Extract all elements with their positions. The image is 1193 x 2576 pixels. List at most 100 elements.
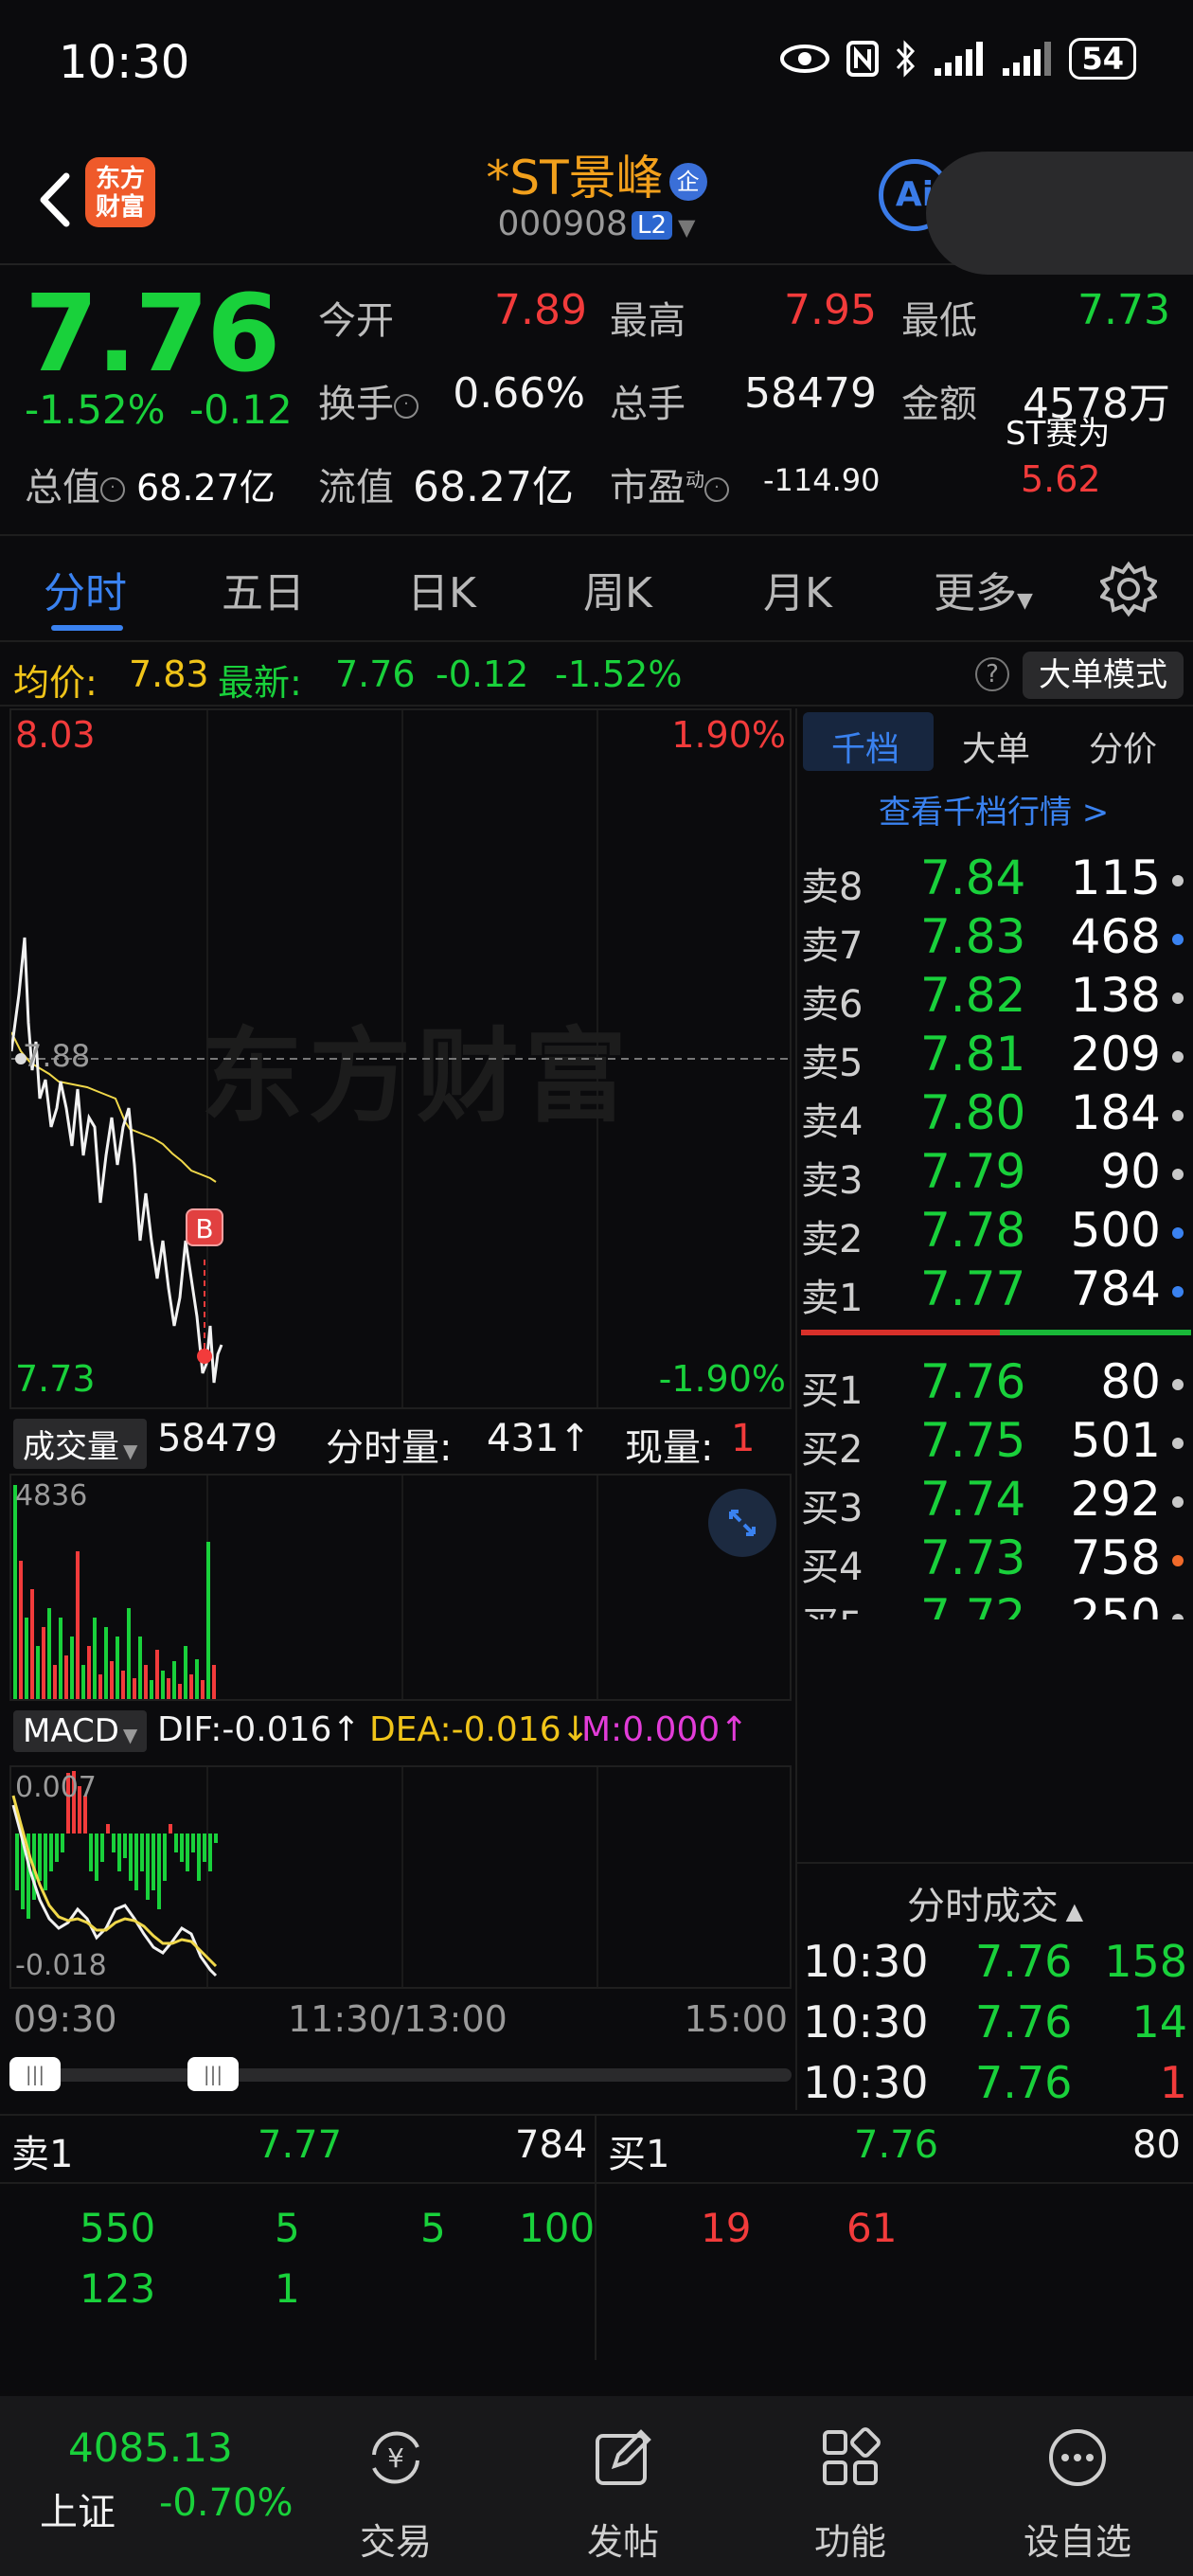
scroller-right-handle[interactable]: ||| — [187, 2057, 239, 2091]
chart-range-scroller[interactable]: ||| ||| — [9, 2055, 792, 2093]
related-stock-name: ST赛为 — [1006, 415, 1111, 453]
tab-more[interactable]: 更多▼ — [934, 559, 1033, 619]
trade-volume: 14 — [1131, 1996, 1187, 2048]
dropdown-triangle-icon: ▼ — [123, 1440, 138, 1462]
status-bar: 10:30 54 — [0, 0, 1193, 133]
change-percent: -1.52% — [25, 386, 166, 433]
info-circle-icon[interactable]: · — [704, 477, 729, 502]
buy-order-qty: 19 — [701, 2205, 752, 2251]
level-label: 卖1 — [801, 1277, 864, 1320]
volume-value: 58479 — [744, 369, 877, 418]
info-circle-icon[interactable]: · — [394, 394, 418, 419]
time-mid: 11:30/13:00 — [288, 1998, 507, 2040]
level-label: 买3 — [801, 1487, 864, 1530]
latest-price-value: 7.76 — [335, 653, 416, 695]
order-book-row[interactable]: 卖4 7.80 184 — [797, 1085, 1193, 1144]
tab-weekly-k[interactable]: 周K — [583, 559, 652, 619]
trades-title[interactable]: 分时成交 ▲ — [907, 1875, 1083, 1930]
price-bottom-label: 7.73 — [15, 1358, 96, 1400]
tab-big-orders[interactable]: 大单 — [962, 722, 1030, 771]
current-volume-value: 1 — [731, 1417, 756, 1460]
buy-marker[interactable]: B — [186, 1208, 223, 1246]
index-pct: -0.70% — [159, 2481, 294, 2525]
order-book-row[interactable]: 卖2 7.78 500 — [797, 1203, 1193, 1261]
volume-total: 58479 — [157, 1417, 278, 1460]
up-arrow-icon: ↑ — [720, 1710, 749, 1749]
trade-row: 10:30 7.76 158 — [797, 1936, 1193, 1996]
volume-indicator-selector[interactable]: 成交量 ▼ — [13, 1419, 148, 1469]
macd-m: M:0.000↑ — [581, 1710, 748, 1749]
price-top-label: 8.03 — [15, 714, 96, 756]
edit-post-icon — [596, 2429, 651, 2485]
order-dot-icon — [1172, 1110, 1184, 1121]
order-book-row[interactable]: 买1 7.76 80 — [797, 1354, 1193, 1413]
order-book-row[interactable]: 买2 7.75 501 — [797, 1413, 1193, 1472]
level-label: 买5 — [801, 1595, 863, 1619]
tab-post[interactable]: 发帖 — [547, 2424, 699, 2565]
intraday-chart[interactable]: 东方财富 8.03 1.90% 7.88 7.73 -1.90% B — [9, 708, 792, 1409]
macd-indicator-selector[interactable]: MACD ▼ — [13, 1710, 148, 1752]
tab-depth[interactable]: 千档 — [831, 722, 899, 771]
level-price: 7.79 — [920, 1144, 1026, 1199]
status-time: 10:30 — [59, 36, 190, 89]
tab-price-dist[interactable]: 分价 — [1089, 722, 1157, 771]
time-end: 15:00 — [684, 1998, 788, 2040]
market-cap-label-text: 总值 — [25, 466, 100, 510]
high-label: 最高 — [610, 299, 686, 343]
level-price: 7.84 — [920, 850, 1026, 905]
tab-intraday[interactable]: 分时 — [44, 559, 127, 619]
level-volume: 90 — [1100, 1144, 1161, 1199]
level-volume: 184 — [1070, 1085, 1161, 1140]
tick-volume-value: 431↑ — [487, 1417, 591, 1460]
order-book-panel: 千档 大单 分价 查看千档行情 > 卖8 7.84 115 卖7 7.83 468 卖6 7.… — [795, 708, 1193, 2110]
sell-order-qty: 550 — [80, 2205, 156, 2251]
level-label: 买1 — [801, 1369, 864, 1413]
scroller-left-handle[interactable]: ||| — [9, 2057, 61, 2091]
order-dot-icon — [1172, 1438, 1184, 1449]
help-icon[interactable]: ? — [975, 657, 1009, 691]
order-book-row[interactable]: 卖5 7.81 209 — [797, 1027, 1193, 1085]
bottom-tab-bar: 4085.13 上证 -0.70% ¥ 交易 发帖 功能 设自选 — [0, 2396, 1193, 2576]
macd-selector-label: MACD — [23, 1712, 119, 1750]
order-book-row[interactable]: 卖8 7.84 115 — [797, 850, 1193, 909]
macd-dif: DIF:-0.016↑ — [157, 1710, 361, 1749]
order-book-row[interactable]: 卖1 7.77 784 — [797, 1261, 1193, 1320]
order-book-row[interactable]: 买5 7.72 250 — [797, 1589, 1193, 1619]
tab-functions[interactable]: 功能 — [775, 2424, 926, 2565]
tab-watchlist-settings[interactable]: 设自选 — [1002, 2424, 1153, 2565]
macd-dea-text: DEA:-0.016 — [369, 1710, 561, 1749]
tab-trade[interactable]: ¥ 交易 — [320, 2424, 472, 2565]
level-label: 卖7 — [801, 924, 864, 968]
level-price: 7.72 — [920, 1589, 1026, 1619]
trade-time: 10:30 — [803, 2057, 929, 2108]
caret-up-icon: ▲ — [1059, 1898, 1084, 1924]
order-book-row[interactable]: 卖7 7.83 468 — [797, 909, 1193, 968]
tab-daily-k[interactable]: 日K — [407, 559, 476, 619]
big-order-mode-button[interactable]: 大单模式 — [1023, 652, 1184, 699]
level-price: 7.81 — [920, 1027, 1026, 1082]
index-value: 4085.13 — [68, 2424, 233, 2471]
macd-bottom-label: -0.018 — [15, 1949, 107, 1982]
settings-gear-icon[interactable] — [1100, 561, 1157, 617]
related-stock-bubble[interactable] — [926, 152, 1193, 275]
view-depth-link[interactable]: 查看千档行情 > — [879, 786, 1109, 832]
order-book-row[interactable]: 卖6 7.82 138 — [797, 968, 1193, 1027]
volume-selector-label: 成交量 — [23, 1428, 119, 1466]
index-ticker[interactable]: 4085.13 上证 -0.70% — [0, 2396, 294, 2576]
current-volume-label: 现量: — [625, 1426, 714, 1470]
tab-five-day[interactable]: 五日 — [222, 559, 305, 619]
trades-title-text: 分时成交 — [907, 1885, 1059, 1928]
time-axis: 09:30 11:30/13:00 15:00 — [9, 1993, 792, 2049]
yuan-refresh-icon: ¥ — [372, 2431, 419, 2484]
macd-m-text: M:0.000 — [581, 1710, 721, 1749]
active-tab-indicator — [51, 625, 123, 631]
pe-value: -114.90 — [763, 462, 881, 498]
order-book-row[interactable]: 买4 7.73 758 — [797, 1530, 1193, 1589]
order-book-row[interactable]: 卖3 7.79 90 — [797, 1144, 1193, 1203]
expand-chart-button[interactable] — [708, 1489, 776, 1557]
grid-icon — [823, 2427, 881, 2485]
info-circle-icon[interactable]: · — [100, 477, 125, 502]
bids-list: 买1 7.76 80 买2 7.75 501 买3 7.74 292 买4 7.73 758 买5 7.7… — [797, 1354, 1193, 1619]
order-book-row[interactable]: 买3 7.74 292 — [797, 1472, 1193, 1530]
tab-monthly-k[interactable]: 月K — [763, 559, 832, 619]
